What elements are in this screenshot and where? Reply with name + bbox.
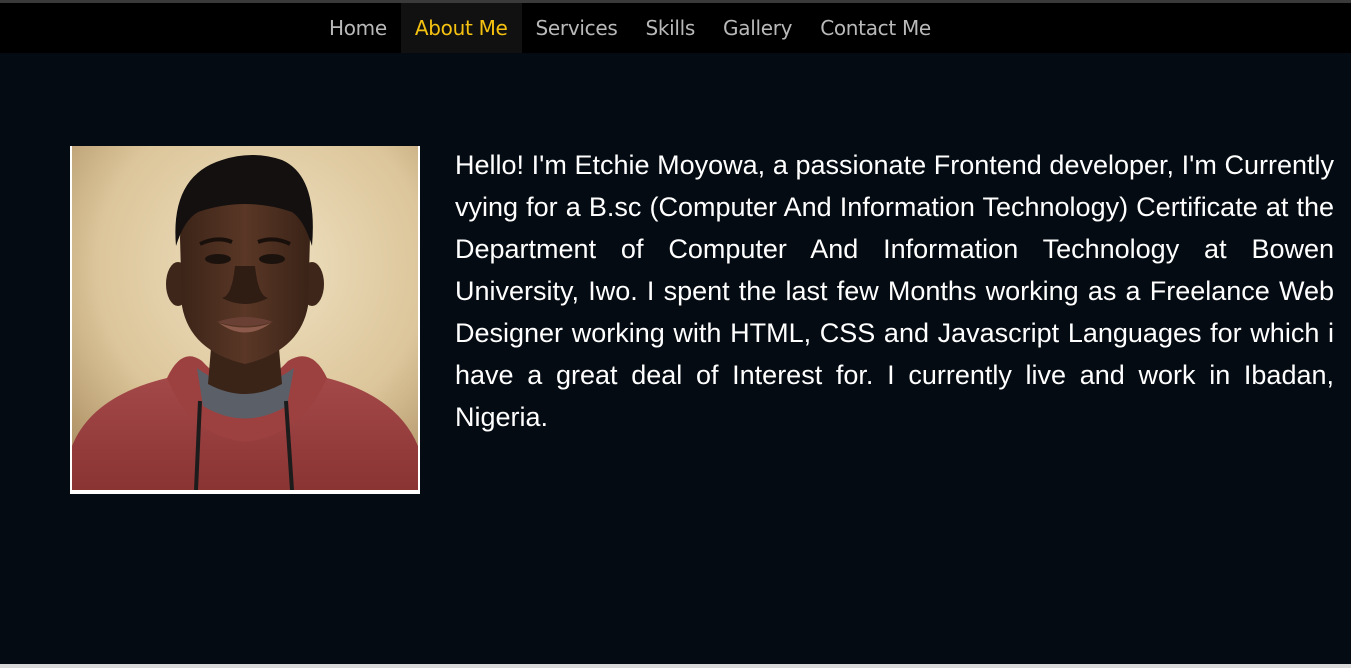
- nav-list: Home About Me Services Skills Gallery Co…: [315, 3, 945, 53]
- nav-item-skills[interactable]: Skills: [631, 3, 709, 53]
- nav-item-home[interactable]: Home: [315, 3, 401, 53]
- about-bio-text: Hello! I'm Etchie Moyowa, a passionate F…: [455, 150, 1334, 432]
- nav-item-about-me[interactable]: About Me: [400, 3, 522, 53]
- profile-photo: [72, 146, 418, 490]
- profile-photo-frame: [70, 146, 420, 494]
- nav-item-gallery[interactable]: Gallery: [709, 3, 806, 53]
- window-bottom-border: [0, 664, 1351, 668]
- nav-item-services[interactable]: Services: [522, 3, 632, 53]
- nav-item-contact-me[interactable]: Contact Me: [806, 3, 945, 53]
- main-navbar: Home About Me Services Skills Gallery Co…: [0, 3, 1351, 53]
